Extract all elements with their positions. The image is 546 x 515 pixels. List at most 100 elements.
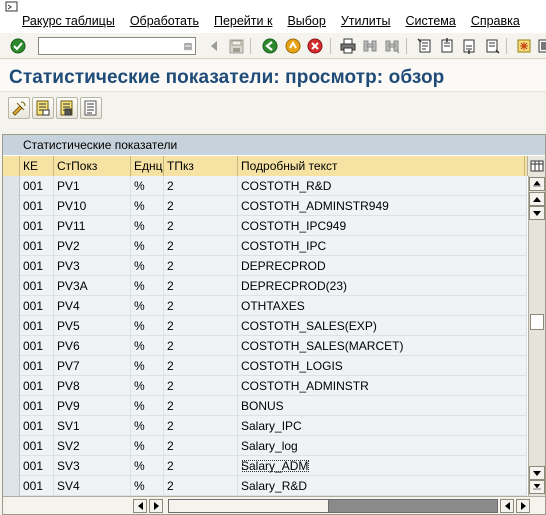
table-row[interactable]: 001 SV3% 2 Salary_ADM <box>3 456 527 476</box>
cell-ke[interactable]: 001 <box>20 236 54 256</box>
cell-unit[interactable]: % <box>131 416 164 436</box>
cell-stat-key[interactable]: PV5 <box>54 316 131 336</box>
cell-ke[interactable]: 001 <box>20 356 54 376</box>
scroll-down-button[interactable] <box>529 206 545 220</box>
cell-type[interactable]: 2 <box>164 376 238 396</box>
cell-type[interactable]: 2 <box>164 276 238 296</box>
row-selector[interactable] <box>3 376 20 396</box>
row-selector[interactable] <box>3 476 20 496</box>
cell-unit[interactable]: % <box>131 396 164 416</box>
cell-unit[interactable]: % <box>131 376 164 396</box>
cell-description[interactable]: DEPRECPROD(23) <box>238 276 527 296</box>
command-field[interactable]: ▤ <box>38 37 196 55</box>
row-selector[interactable] <box>3 296 20 316</box>
cell-type[interactable]: 2 <box>164 396 238 416</box>
row-selector[interactable] <box>3 416 20 436</box>
window-menu-icon[interactable] <box>5 1 19 13</box>
cell-unit[interactable]: % <box>131 436 164 456</box>
cell-description[interactable]: COSTOTH_SALES(EXP) <box>238 316 527 336</box>
menu-item-help[interactable]: Справка <box>471 14 520 28</box>
cell-type[interactable]: 2 <box>164 316 238 336</box>
create-session-icon[interactable] <box>515 37 533 55</box>
command-history-icon[interactable]: ▤ <box>183 40 193 52</box>
table-row[interactable]: 001 SV2% 2 Salary_log <box>3 436 527 456</box>
cell-description[interactable]: OTHTAXES <box>238 296 527 316</box>
cell-type[interactable]: 2 <box>164 296 238 316</box>
cell-type[interactable]: 2 <box>164 256 238 276</box>
cell-unit[interactable]: % <box>131 216 164 236</box>
table-row[interactable]: 001 SV1% 2 Salary_IPC <box>3 416 527 436</box>
column-header-description[interactable]: Подробный текст <box>238 156 525 176</box>
cell-ke[interactable]: 001 <box>20 376 54 396</box>
enter-checkmark-icon[interactable] <box>9 37 27 55</box>
first-page-icon[interactable] <box>416 37 434 55</box>
vertical-scroll-thumb[interactable] <box>530 314 544 330</box>
table-row[interactable]: 001 PV3A% 2 DEPRECPROD(23) <box>3 276 527 296</box>
row-selector[interactable] <box>3 236 20 256</box>
row-selector[interactable] <box>3 256 20 276</box>
cell-stat-key[interactable]: PV10 <box>54 196 131 216</box>
cell-type[interactable]: 2 <box>164 476 238 496</box>
cell-type[interactable]: 2 <box>164 356 238 376</box>
cell-unit[interactable]: % <box>131 296 164 316</box>
cell-unit[interactable]: % <box>131 456 164 476</box>
cell-description[interactable]: COSTOTH_ADMINSTR <box>238 376 527 396</box>
cell-type[interactable]: 2 <box>164 176 238 196</box>
find-icon[interactable] <box>361 37 379 55</box>
cell-ke[interactable]: 001 <box>20 276 54 296</box>
details-button[interactable] <box>32 97 54 119</box>
row-selector[interactable] <box>3 456 20 476</box>
column-header-ke[interactable]: КЕ <box>20 156 54 176</box>
cell-unit[interactable]: % <box>131 276 164 296</box>
table-row[interactable]: 001 PV4% 2 OTHTAXES <box>3 296 527 316</box>
row-selector[interactable] <box>3 436 20 456</box>
cell-unit[interactable]: % <box>131 356 164 376</box>
cell-ke[interactable]: 001 <box>20 196 54 216</box>
cell-stat-key[interactable]: SV3 <box>54 456 131 476</box>
table-row[interactable]: 001 PV2% 2 COSTOTH_IPC <box>3 236 527 256</box>
cell-stat-key[interactable]: SV2 <box>54 436 131 456</box>
table-row[interactable]: 001 PV7% 2 COSTOTH_LOGIS <box>3 356 527 376</box>
table-settings-icon[interactable] <box>527 156 545 176</box>
scroll-up-button[interactable] <box>529 192 545 206</box>
cell-unit[interactable]: % <box>131 196 164 216</box>
cell-type[interactable]: 2 <box>164 216 238 236</box>
last-page-icon[interactable] <box>483 37 501 55</box>
cell-description[interactable]: Salary_IPC <box>238 416 527 436</box>
save-icon[interactable] <box>227 37 245 55</box>
cell-unit[interactable]: % <box>131 476 164 496</box>
column-header-stat-key[interactable]: СтПокз <box>54 156 131 176</box>
cell-unit[interactable]: % <box>131 236 164 256</box>
cell-unit[interactable]: % <box>131 256 164 276</box>
table-row[interactable]: 001 PV3% 2 DEPRECPROD <box>3 256 527 276</box>
layout-icon[interactable] <box>536 37 546 55</box>
cell-ke[interactable]: 001 <box>20 296 54 316</box>
change-display-toggle-button[interactable] <box>8 97 30 119</box>
column-header-unit[interactable]: Еднц <box>131 156 164 176</box>
cell-description[interactable]: BONUS <box>238 396 527 416</box>
row-selector[interactable] <box>3 176 20 196</box>
cell-description[interactable]: COSTOTH_R&D <box>238 176 527 196</box>
cell-unit[interactable]: % <box>131 316 164 336</box>
row-selector[interactable] <box>3 196 20 216</box>
cell-description[interactable]: Salary_ADM <box>238 456 527 476</box>
scroll-column-left-button[interactable] <box>133 499 147 513</box>
collapse-icon[interactable] <box>205 37 223 55</box>
cell-description[interactable]: DEPRECPROD <box>238 256 527 276</box>
table-row[interactable]: 001 PV9% 2 BONUS <box>3 396 527 416</box>
menu-item-table-view[interactable]: Ракурс таблицы <box>22 14 115 28</box>
select-all-button[interactable] <box>3 156 20 176</box>
table-row[interactable]: 001 PV1% 2 COSTOTH_R&D <box>3 176 527 196</box>
horizontal-scrollbar[interactable] <box>168 499 498 513</box>
scroll-bottom-button[interactable] <box>529 480 545 494</box>
cell-ke[interactable]: 001 <box>20 396 54 416</box>
cell-type[interactable]: 2 <box>164 436 238 456</box>
horizontal-scroll-thumb[interactable] <box>169 500 329 512</box>
scroll-top-button[interactable] <box>529 177 545 191</box>
cell-type[interactable]: 2 <box>164 456 238 476</box>
cell-description[interactable]: COSTOTH_ADMINSTR949 <box>238 196 527 216</box>
scroll-column-right-button[interactable] <box>149 499 163 513</box>
cell-ke[interactable]: 001 <box>20 436 54 456</box>
cell-ke[interactable]: 001 <box>20 476 54 496</box>
cell-description[interactable]: COSTOTH_IPC949 <box>238 216 527 236</box>
